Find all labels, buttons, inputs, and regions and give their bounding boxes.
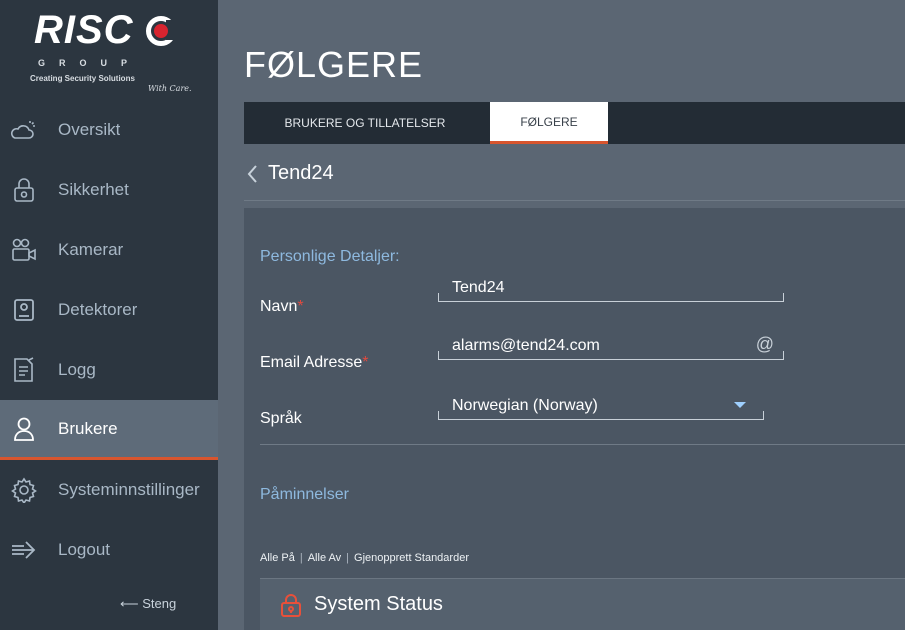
lock-icon	[281, 593, 301, 617]
detector-icon	[10, 296, 38, 324]
system-status-card[interactable]: System Status	[260, 578, 905, 630]
sidebar-item-label: Kamerar	[58, 240, 124, 259]
sidebar-nav: Oversikt Sikkerhet Kamerar Detektorer Lo…	[0, 100, 218, 580]
risco-logo: RISC GROUP Creating Security Solutions W…	[30, 8, 200, 98]
system-status-label: System Status	[314, 593, 443, 615]
restore-defaults-link[interactable]: Gjenopprett Standarder	[354, 552, 469, 564]
sidebar-item-label: Oversikt	[58, 120, 121, 139]
sidebar-item-label: Brukere	[58, 418, 118, 438]
name-field[interactable]: Tend24	[438, 274, 784, 302]
name-value: Tend24	[452, 278, 505, 296]
chevron-down-icon	[734, 402, 746, 408]
sidebar-item-label: Logg	[58, 360, 96, 379]
log-icon	[10, 356, 38, 384]
sidebar-item-label: Detektorer	[58, 300, 138, 319]
weather-icon	[10, 116, 38, 144]
chevron-left-icon	[247, 164, 257, 183]
tab-brukere-og-tillatelser[interactable]: BRUKERE OG TILLATELSER	[244, 102, 486, 144]
tab-folgere[interactable]: FØLGERE	[490, 102, 608, 144]
divider	[260, 444, 905, 445]
logo-tagline: Creating Security Solutions	[30, 74, 135, 83]
gear-icon	[10, 476, 38, 504]
breadcrumb-label: Tend24	[268, 162, 334, 184]
page-title: FØLGERE	[244, 44, 424, 85]
sidebar-item-sikkerhet[interactable]: Sikkerhet	[0, 160, 218, 220]
breadcrumb[interactable]: Tend24	[244, 162, 334, 185]
sidebar-item-kamerar[interactable]: Kamerar	[0, 220, 218, 280]
language-label: Språk	[260, 410, 302, 427]
logo-dot-icon	[154, 24, 168, 38]
lock-icon	[10, 176, 38, 204]
follower-details-panel: Personlige Detaljer: Navn* Tend24 Email …	[244, 208, 905, 630]
email-field[interactable]: alarms@tend24.com @	[438, 332, 784, 360]
at-icon: @	[755, 334, 774, 354]
required-marker: *	[362, 354, 369, 371]
reminders-heading: Påminnelser	[260, 486, 349, 503]
sidebar-item-label: Systeminnstillinger	[58, 480, 200, 499]
email-value: alarms@tend24.com	[452, 336, 600, 354]
personal-details-heading: Personlige Detaljer:	[260, 248, 400, 265]
sidebar-item-label: Logout	[58, 540, 110, 559]
camera-icon	[10, 236, 38, 264]
sidebar-item-oversikt[interactable]: Oversikt	[0, 100, 218, 160]
language-value: Norwegian (Norway)	[452, 396, 598, 414]
logo-signature: With Care.	[148, 84, 192, 93]
sidebar-item-brukere[interactable]: Brukere	[0, 400, 218, 460]
sidebar-item-detektorer[interactable]: Detektorer	[0, 280, 218, 340]
tab-bar: BRUKERE OG TILLATELSER FØLGERE	[244, 102, 905, 144]
divider	[244, 200, 905, 201]
user-icon	[10, 415, 38, 443]
name-label: Navn*	[260, 298, 304, 315]
language-select[interactable]: Norwegian (Norway)	[438, 392, 764, 420]
sidebar: RISC GROUP Creating Security Solutions W…	[0, 0, 218, 630]
sidebar-item-systeminnstillinger[interactable]: Systeminnstillinger	[0, 460, 218, 520]
sidebar-item-logout[interactable]: Logout	[0, 520, 218, 580]
reminder-actions: Alle På | Alle Av | Gjenopprett Standarder	[260, 552, 469, 564]
logo-brand: RISC	[34, 8, 134, 52]
logo-group: GROUP	[38, 58, 142, 68]
sidebar-item-label: Sikkerhet	[58, 180, 129, 199]
logout-icon	[10, 536, 38, 564]
required-marker: *	[297, 298, 304, 315]
all-off-link[interactable]: Alle Av	[308, 552, 341, 564]
close-sidebar-link[interactable]: ⟵ Steng	[120, 596, 176, 612]
sidebar-item-logg[interactable]: Logg	[0, 340, 218, 400]
email-label: Email Adresse*	[260, 354, 369, 371]
all-on-link[interactable]: Alle På	[260, 552, 295, 564]
